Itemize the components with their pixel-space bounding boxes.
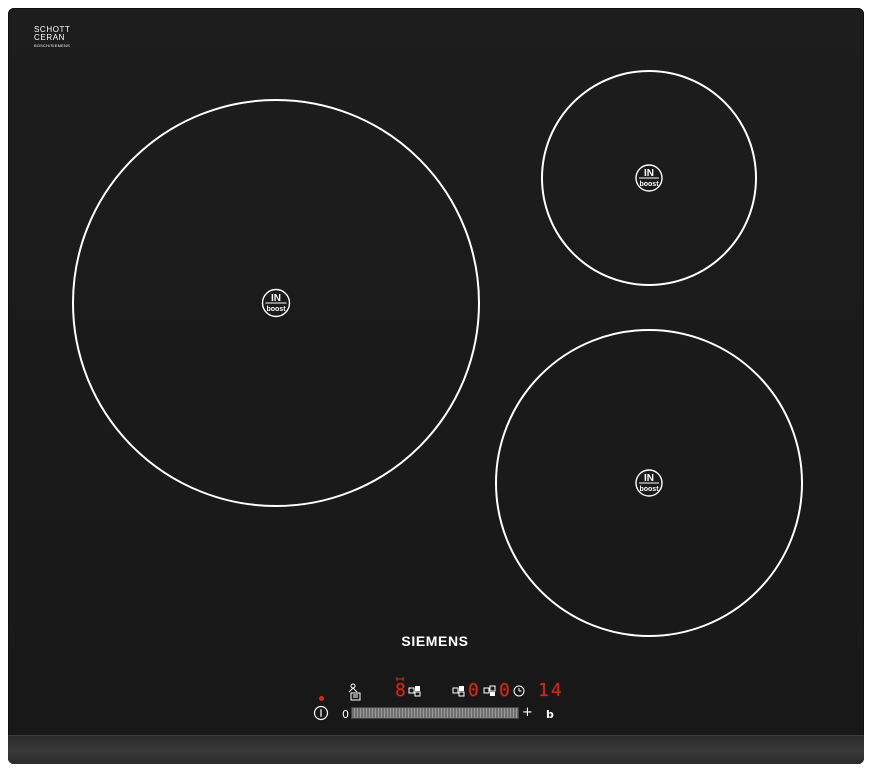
boost-badge-boost: boost bbox=[266, 306, 286, 313]
zone-select-icon-mid[interactable] bbox=[483, 685, 497, 697]
cooking-zone-small[interactable]: IN boost bbox=[541, 70, 757, 286]
zone-medium-boost-badge: IN boost bbox=[635, 469, 663, 497]
zone-digit-mid: 0 bbox=[499, 680, 510, 701]
zone-large-boost-badge: IN boost bbox=[261, 288, 291, 318]
power-icon[interactable] bbox=[313, 705, 329, 721]
boost-badge-boost: boost bbox=[639, 181, 659, 188]
slider-plus-label[interactable]: + bbox=[522, 706, 533, 719]
brand-logo: SIEMENS bbox=[401, 633, 469, 649]
boost-badge-in: IN bbox=[271, 293, 281, 304]
status-digit: 8 bbox=[395, 680, 406, 701]
cooking-zone-medium[interactable]: IN boost bbox=[495, 329, 803, 637]
boost-badge-in: IN bbox=[644, 473, 654, 484]
child-lock-icon[interactable] bbox=[346, 683, 362, 701]
zone-select-icon[interactable] bbox=[408, 685, 422, 697]
slider-boost-label[interactable]: b bbox=[546, 709, 554, 720]
zone-small-boost-badge: IN boost bbox=[635, 164, 663, 192]
slider-min-label: 0 bbox=[342, 708, 349, 721]
boost-badge-in: IN bbox=[644, 168, 654, 179]
timer-display: 14 bbox=[538, 680, 564, 701]
zone-select-icon-left[interactable] bbox=[452, 685, 466, 697]
zone-digit-left: 0 bbox=[468, 680, 479, 701]
boost-badge-boost: boost bbox=[639, 486, 659, 493]
timer-clock-icon[interactable] bbox=[513, 685, 525, 697]
cooking-zones: IN boost IN boost IN boost bbox=[72, 70, 803, 637]
cooking-zone-large[interactable]: IN boost bbox=[72, 99, 480, 507]
